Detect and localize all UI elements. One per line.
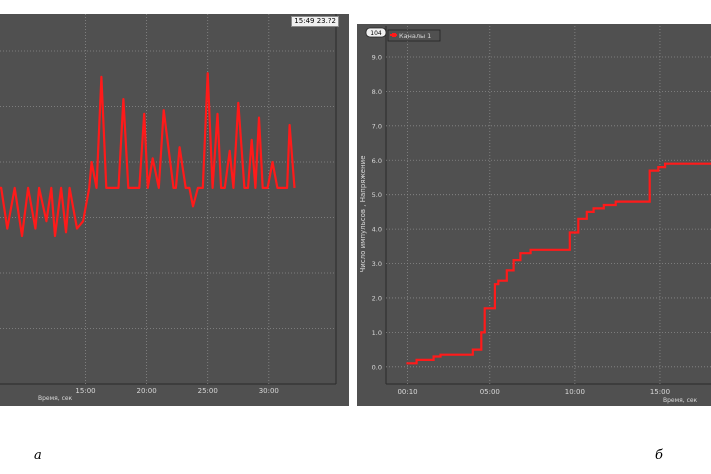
caption-a: а <box>34 448 42 463</box>
y-tick-label: 7.0 <box>372 122 382 130</box>
y-tick-label: 4.0 <box>372 226 382 234</box>
y-tick-label: 6.0 <box>372 157 382 165</box>
x-tick-label: 20:00 <box>137 387 157 395</box>
x-axis-label: Время, сек <box>663 397 698 404</box>
legend-marker <box>392 33 396 37</box>
chart-b-svg: 0.0 1.0 2.0 3.0 4.0 5.0 6.0 7.0 8.0 9.0 00:10 05:00… <box>359 26 711 404</box>
legend-label: Каналы 1 <box>399 32 431 40</box>
y-tick-label: 0.0 <box>372 363 382 371</box>
x-tick-label: 10:00 <box>565 388 585 396</box>
chart-a-svg: 15:00 20:00 25:00 30:00 Время, сек <box>0 14 337 402</box>
chart-panel-b: 0.0 1.0 2.0 3.0 4.0 5.0 6.0 7.0 8.0 9.0 00:10 05:00… <box>357 24 711 406</box>
y-tick-label: 5.0 <box>372 191 382 199</box>
series-line <box>0 72 296 238</box>
timestamp-box: 15:49 23.?2 <box>291 16 339 27</box>
x-tick-label: 30:00 <box>259 387 279 395</box>
x-tick-label: 15:00 <box>75 387 95 395</box>
x-tick-label: 25:00 <box>198 387 218 395</box>
x-tick-label: 00:10 <box>397 388 417 396</box>
x-axis-label: Время, сек <box>38 395 73 402</box>
y-tick-label: 3.0 <box>372 260 382 268</box>
legend-value: 104 <box>370 30 382 37</box>
y-tick-label: 2.0 <box>372 294 382 302</box>
caption-b: б <box>655 448 663 463</box>
y-tick-label: 8.0 <box>372 88 382 96</box>
y-tick-label: 9.0 <box>372 53 382 61</box>
chart-panel-a: 15:00 20:00 25:00 30:00 Время, сек 15:49 23.… <box>0 14 349 406</box>
x-tick-label: 15:00 <box>650 388 670 396</box>
y-tick-label: 1.0 <box>372 329 382 337</box>
x-tick-label: 05:00 <box>480 388 500 396</box>
y-axis-label: Число импульсов , Напряжение <box>359 155 367 272</box>
